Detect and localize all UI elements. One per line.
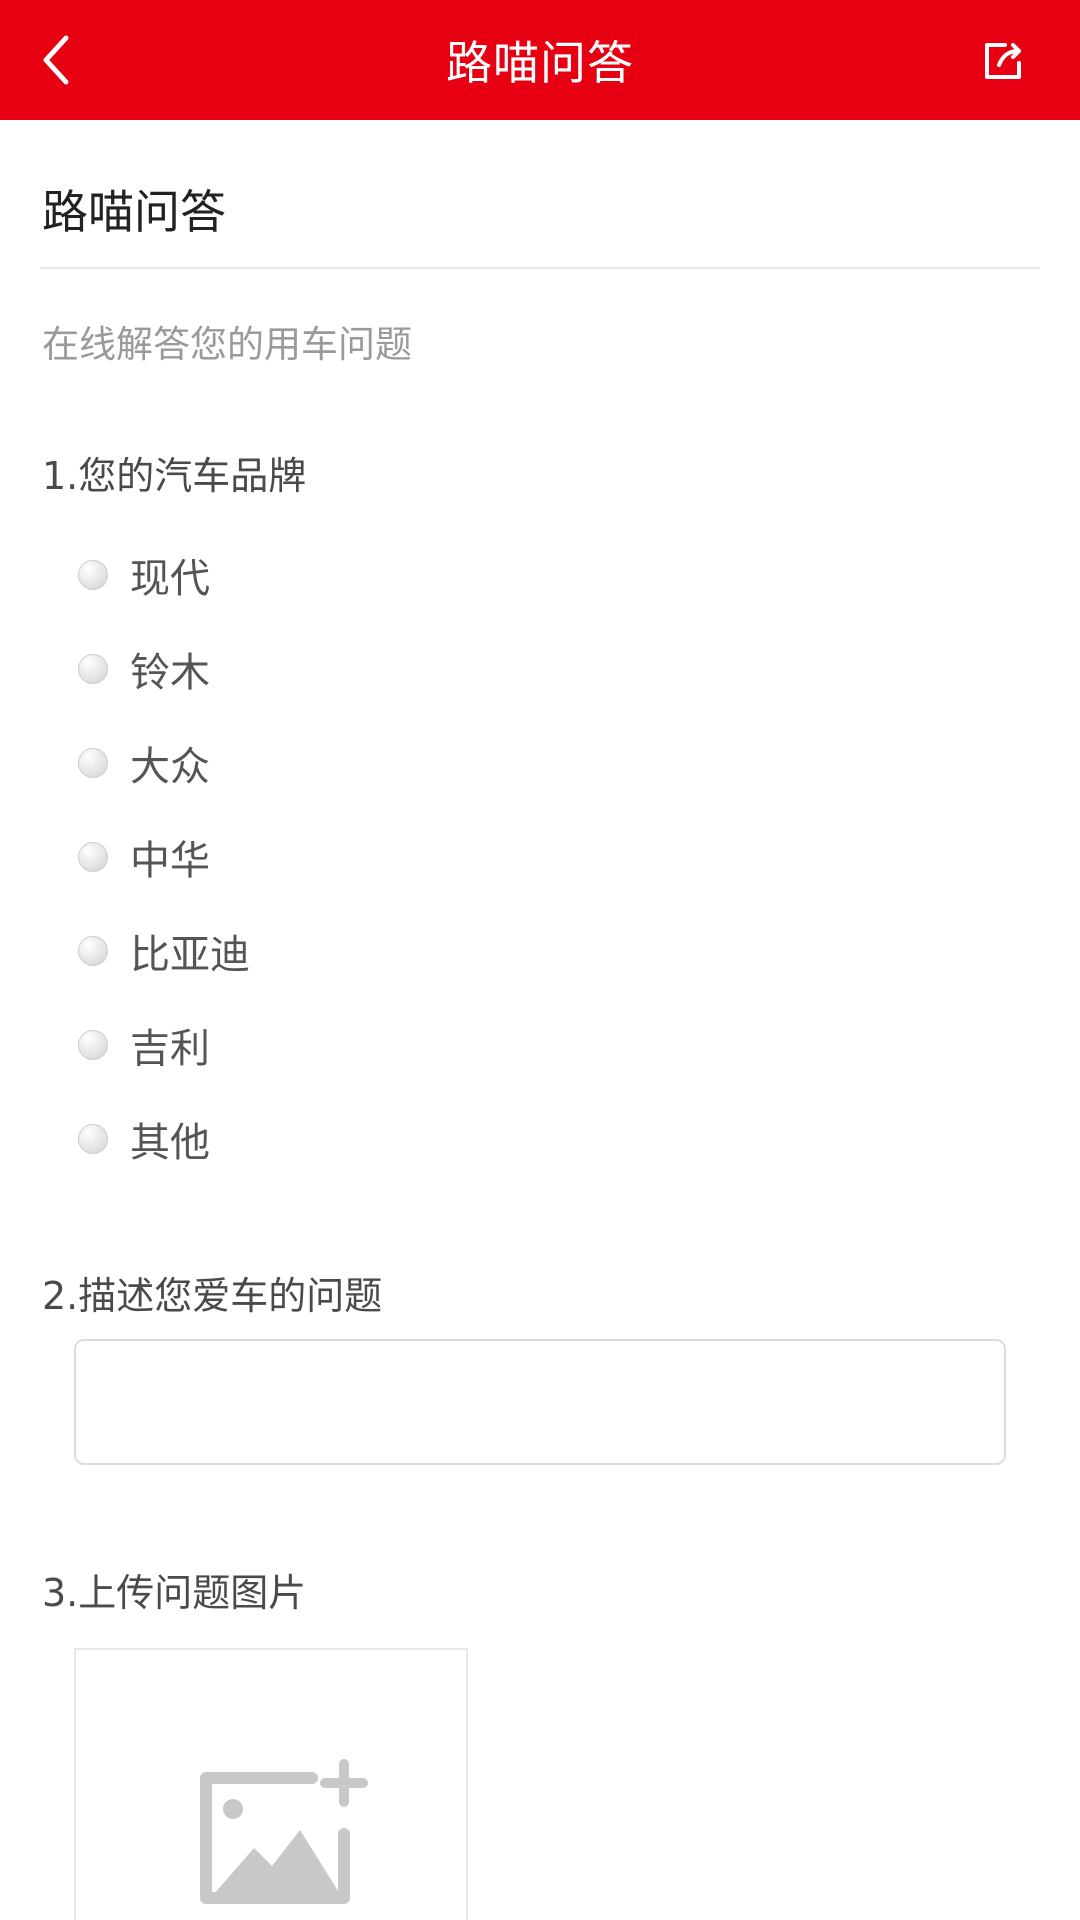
option-dazhong[interactable]: 大众	[78, 716, 1018, 810]
problem-description-box[interactable]	[74, 1339, 1006, 1465]
form-content: 路喵问答 在线解答您的用车问题 1.您的汽车品牌 现代 铃木 大众 中华 比亚迪…	[0, 120, 1080, 1920]
option-label: 现代	[130, 556, 210, 602]
car-brand-options: 现代 铃木 大众 中华 比亚迪 吉利 其他	[78, 528, 1018, 1228]
option-label: 铃木	[130, 650, 210, 696]
option-jili[interactable]: 吉利	[78, 998, 1018, 1092]
chevron-left-icon	[43, 35, 69, 85]
page-subtitle: 在线解答您的用车问题	[42, 323, 412, 366]
radio-button[interactable]	[78, 936, 108, 966]
radio-button[interactable]	[78, 1124, 108, 1154]
option-xiandai[interactable]: 现代	[78, 528, 1018, 622]
option-label: 比亚迪	[130, 932, 250, 978]
share-icon	[985, 43, 1021, 79]
radio-button[interactable]	[78, 748, 108, 778]
option-lingmu[interactable]: 铃木	[78, 622, 1018, 716]
option-label: 大众	[130, 744, 210, 790]
radio-button[interactable]	[78, 654, 108, 684]
radio-button[interactable]	[78, 1030, 108, 1060]
question-3-label: 3.上传问题图片	[42, 1571, 307, 1615]
upload-image-button[interactable]	[74, 1648, 468, 1920]
radio-button[interactable]	[78, 560, 108, 590]
divider	[40, 267, 1040, 269]
question-1-label: 1.您的汽车品牌	[42, 454, 307, 498]
question-2-label: 2.描述您爱车的问题	[42, 1274, 383, 1318]
header-title: 路喵问答	[446, 36, 634, 90]
option-label: 中华	[130, 838, 210, 884]
option-biyadi[interactable]: 比亚迪	[78, 904, 1018, 998]
option-zhonghua[interactable]: 中华	[78, 810, 1018, 904]
top-bar: 路喵问答	[0, 0, 1080, 120]
back-button[interactable]	[18, 22, 94, 98]
app-root: 路喵问答 路喵问答 在线解答您的用车问题 1.您的汽车品牌 现代 铃木 大众 中…	[0, 0, 1080, 1920]
share-button[interactable]	[970, 26, 1038, 94]
radio-button[interactable]	[78, 842, 108, 872]
add-image-icon	[200, 1759, 368, 1904]
problem-description-input[interactable]	[76, 1341, 1004, 1463]
page-title: 路喵问答	[42, 185, 226, 239]
option-label: 吉利	[130, 1026, 210, 1072]
option-qita[interactable]: 其他	[78, 1092, 1018, 1186]
option-label: 其他	[130, 1120, 210, 1166]
